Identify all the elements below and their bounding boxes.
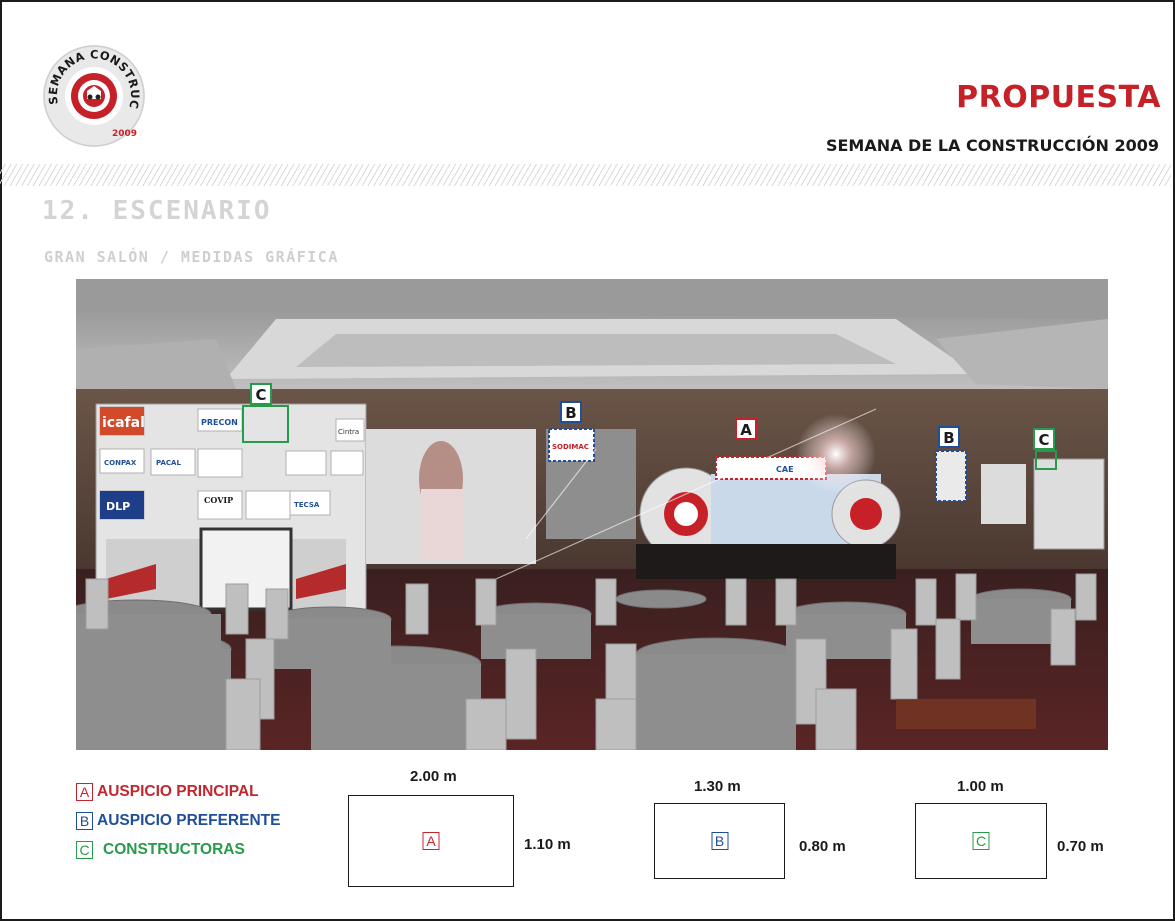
page-subtitle: SEMANA DE LA CONSTRUCCIÓN 2009 xyxy=(825,136,1159,155)
event-hall-render: icafal PRECON Cintra CONPAX PACAL COVIP … xyxy=(76,279,1108,750)
hatched-divider xyxy=(0,164,1171,186)
logo-year: 2009 xyxy=(112,129,137,139)
dimension-b-rect: B xyxy=(654,803,785,879)
marker-b-right: B xyxy=(943,429,954,447)
banner-conpax: CONPAX xyxy=(104,459,137,467)
marker-c-right: C xyxy=(1038,431,1049,449)
section-subtitle: GRAN SALÓN / MEDIDAS GRÁFICA xyxy=(44,248,339,266)
marker-b-mid: B xyxy=(565,404,576,422)
semana-construccion-logo: SEMANA CONSTRUCCIÓN 2009 xyxy=(42,44,145,147)
legend-item-b: B AUSPICIO PREFERENTE xyxy=(76,811,280,831)
banner-covip: COVIP xyxy=(204,495,233,505)
dimension-c-height: 0.70 m xyxy=(1057,838,1104,855)
legend-marker-b: B xyxy=(76,812,93,830)
legend-label-b: AUSPICIO PREFERENTE xyxy=(97,812,281,829)
dimension-c-width: 1.00 m xyxy=(957,778,1004,795)
section-title: 12. ESCENARIO xyxy=(42,196,272,226)
legend-item-a: A AUSPICIO PRINCIPAL xyxy=(76,782,280,802)
dimension-b-height: 0.80 m xyxy=(799,838,846,855)
banner-cae: CAE xyxy=(776,465,794,474)
dimension-c-marker: C xyxy=(972,832,990,850)
legend-marker-c: C xyxy=(76,841,93,859)
banner-pacal: PACAL xyxy=(156,459,181,467)
banner-precon: PRECON xyxy=(201,418,238,427)
page-title: PROPUESTA xyxy=(956,80,1161,115)
legend-label-c: CONSTRUCTORAS xyxy=(103,841,245,858)
banner-icafal: icafal xyxy=(102,415,145,431)
banner-tecsa: TECSA xyxy=(294,501,320,509)
dimension-a-width: 2.00 m xyxy=(410,768,457,785)
banner-sodimac: SODIMAC xyxy=(552,443,589,451)
legend: A AUSPICIO PRINCIPAL B AUSPICIO PREFEREN… xyxy=(76,782,280,869)
legend-label-a: AUSPICIO PRINCIPAL xyxy=(97,783,259,800)
dimension-b-marker: B xyxy=(711,832,728,850)
legend-item-c: C CONSTRUCTORAS xyxy=(76,840,280,860)
banner-dlp: DLP xyxy=(106,500,130,513)
legend-marker-a: A xyxy=(76,783,93,801)
marker-c-left: C xyxy=(255,386,266,404)
banner-cintra: Cintra xyxy=(338,428,359,436)
dimension-c-rect: C xyxy=(915,803,1047,879)
dimension-a-height: 1.10 m xyxy=(524,836,571,853)
dimension-a-marker: A xyxy=(422,832,440,850)
dimension-a-rect: A xyxy=(348,795,514,887)
dimension-b-width: 1.30 m xyxy=(694,778,741,795)
marker-a: A xyxy=(740,421,752,439)
